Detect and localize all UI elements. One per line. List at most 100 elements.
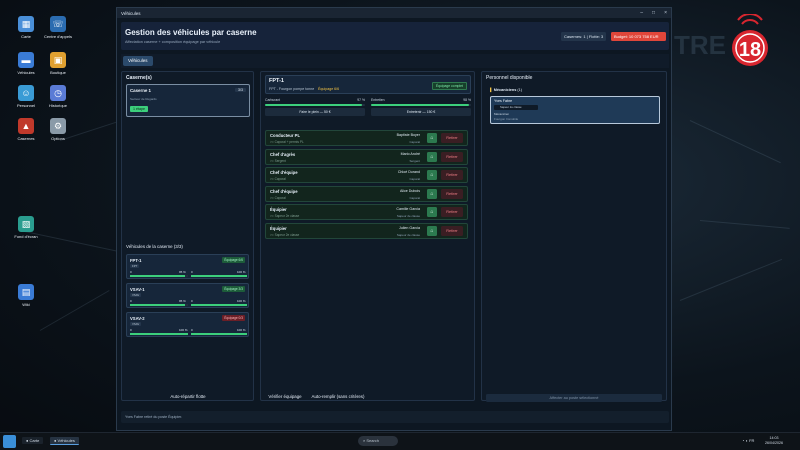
staff-name: Yves Fabre: [494, 99, 513, 103]
taskbar-app-label: Carte: [29, 438, 40, 443]
lock-icon[interactable]: ⌂: [427, 133, 437, 143]
desktop-icon[interactable]: ▲ Casernes: [10, 118, 42, 141]
caserne-card[interactable]: Caserne 1 3/3 Secteur de Regards 1 étape: [126, 84, 250, 117]
page-title: Gestion des véhicules par caserne: [125, 28, 257, 37]
vehicle-card[interactable]: VSAV-2 VSAV Équipage 0/3 0 100 % 0 100 %: [126, 312, 249, 337]
slot-requirement: >= Caporal: [270, 195, 286, 200]
desktop-icon[interactable]: ◷ Historique: [42, 85, 74, 108]
vehicle-card-wear-bar: [191, 333, 247, 335]
desktop-icon[interactable]: ☺ Personnel: [10, 85, 42, 108]
desktop-icon[interactable]: ▤ Wiki: [10, 284, 42, 307]
search-placeholder: Search: [366, 438, 380, 443]
station-icon: ▲: [18, 118, 34, 134]
staff-group-count: (1): [517, 88, 523, 92]
desktop-icon[interactable]: ▣ Boutique: [42, 52, 74, 75]
lock-icon[interactable]: ⌂: [427, 151, 437, 162]
crew-slot[interactable]: Chef d'équipe >= Caporal Alice Dubois Capor…: [265, 185, 468, 202]
crew-slot[interactable]: Équipier >= Sapeur 2e classe Camille Garci…: [265, 204, 468, 220]
auto-dispatch-button[interactable]: Auto-répartir flotte: [126, 394, 250, 399]
desktop-icon[interactable]: ⚙ Options: [42, 118, 74, 141]
maintenance-label: Entretien: [371, 98, 385, 102]
crew-slot[interactable]: Conducteur PL >= Caporal + permis PL Bapti…: [265, 130, 468, 146]
maintenance-bar: [371, 104, 471, 106]
vehicle-card-wear-percent: 100 %: [237, 299, 246, 303]
history-icon: ◷: [50, 85, 66, 101]
lock-icon[interactable]: ⌂: [427, 207, 437, 217]
slot-role: Chef d'agrès: [270, 151, 296, 157]
desktop-icon[interactable]: ▦ Carte: [10, 16, 42, 39]
caserne-level-badge: 1 étape: [130, 106, 148, 112]
vehicle-card[interactable]: FPT-1 FPT Équipage 6/6 0 95 % 0 100 %: [126, 254, 249, 279]
page-header: Gestion des véhicules par caserne Affect…: [121, 22, 669, 50]
desktop-icon[interactable]: ▬ Véhicules: [10, 52, 42, 75]
slot-requirement: >= Caporal + permis PL: [270, 140, 304, 144]
crew-slot[interactable]: Équipier >= Sapeur 2e classe Julien Garcia…: [265, 222, 468, 239]
tab-vehicules[interactable]: Véhicules: [123, 56, 153, 66]
taskbar: ● Carte ● Véhicules ⌕ Search ◔ ◖ FR 14:0…: [0, 432, 800, 450]
slot-role: Équipier: [270, 225, 287, 231]
slot-role: Chef d'équipe: [270, 188, 298, 194]
close-icon[interactable]: ×: [664, 10, 667, 16]
desktop-icon[interactable]: ☏ Centre d'appels: [42, 16, 74, 39]
fuel-percent: 97 %: [357, 98, 365, 102]
vehicle-detail-panel: FPT-1 FPT - Fourgon pompe tonne Équipage…: [260, 71, 475, 401]
clock[interactable]: 14:03 26/04/2026: [765, 436, 783, 446]
remove-button[interactable]: Retirer: [441, 188, 463, 199]
staff-group-header[interactable]: ▌ Mécaniciens (1): [490, 88, 522, 92]
maintenance-block: Entretien 98 % Entretenir — 150 €: [371, 98, 471, 118]
vehicle-card-type: VSAV: [130, 293, 142, 297]
people-icon: ☺: [18, 85, 34, 101]
auto-fill-button[interactable]: Auto-remplir (sans critères): [307, 394, 369, 399]
lock-icon[interactable]: ⌂: [427, 170, 437, 180]
svg-text:18: 18: [739, 39, 761, 61]
assign-to-slot-button[interactable]: Affecter au poste sélectionné: [486, 394, 662, 402]
vehicle-card[interactable]: VSAV-1 VSAV Équipage 3/3 0 95 % 0 100 %: [126, 283, 249, 308]
clock-date: 26/04/2026: [765, 441, 783, 445]
remove-button[interactable]: Retirer: [441, 170, 463, 180]
vehicles-list-title: Véhicules de la caserne (3/3): [126, 244, 183, 249]
window-title: Véhicules: [121, 10, 141, 16]
budget-pill: Budget: 10 073 758 EUR: [611, 32, 666, 41]
slot-person-rank: Sergent: [409, 158, 420, 163]
desktop-icon-label: Véhicules: [17, 70, 35, 75]
tray-icons[interactable]: ◔ ◖ FR: [742, 438, 754, 443]
vehicle-type: FPT - Fourgon pompe tonne: [269, 87, 315, 91]
crew-slot[interactable]: Chef d'équipe >= Caporal Chloé Durand Capor…: [265, 167, 468, 183]
slot-role: Équipier: [270, 207, 287, 212]
maintain-button[interactable]: Entretenir — 150 €: [371, 108, 471, 116]
remove-button[interactable]: Retirer: [441, 151, 463, 162]
crew-slot[interactable]: Chef d'agrès >= Sergent Mario André Sergent…: [265, 148, 468, 165]
remove-button[interactable]: Retirer: [441, 225, 463, 236]
crew-count: Équipage 6/6: [318, 87, 340, 91]
vehicle-card-fuel-value: 0: [130, 270, 132, 274]
casernes-title: Caserne(s): [126, 75, 152, 81]
vehicle-card-fuel-bar: [130, 333, 188, 335]
phone-icon: ☏: [50, 16, 66, 32]
vehicle-card-type: VSAV: [130, 322, 142, 326]
gear-icon: ⚙: [50, 118, 66, 134]
desktop-icon-label: Personnel: [16, 103, 35, 108]
slot-requirement: >= Sapeur 2e classe: [270, 232, 300, 237]
staff-card[interactable]: Yves Fabre Sapeur 2e classe Mécanicien F…: [490, 96, 660, 124]
page-subtitle: Affectation caserne + composition équipa…: [125, 40, 221, 44]
lock-icon[interactable]: ⌂: [427, 225, 437, 236]
taskbar-search[interactable]: ⌕ Search: [358, 436, 398, 446]
desktop-icon[interactable]: ▧ Fond d'écran: [10, 216, 42, 239]
verify-crew-button[interactable]: Vérifier équipage: [265, 394, 305, 399]
lock-icon[interactable]: ⌂: [427, 188, 437, 199]
window-titlebar[interactable]: Véhicules – □ ×: [117, 8, 671, 18]
vehicle-card-status: Équipage 3/3: [222, 286, 245, 292]
maximize-icon[interactable]: □: [652, 10, 655, 16]
brand-logo: TRE 18: [672, 13, 772, 74]
slot-person-rank: Sapeur 2e classe: [396, 214, 420, 218]
remove-button[interactable]: Retirer: [441, 207, 463, 217]
vehicle-card-type: FPT: [130, 264, 140, 268]
taskbar-app-vehicules[interactable]: ● Véhicules: [50, 437, 79, 445]
refuel-button[interactable]: Faire le plein — 50 €: [265, 108, 365, 116]
slot-role: Chef d'équipe: [270, 170, 298, 175]
start-button[interactable]: [3, 435, 16, 448]
desktop-icon-label: Centre d'appels: [44, 34, 72, 39]
taskbar-app-carte[interactable]: ● Carte: [22, 437, 44, 444]
remove-button[interactable]: Retirer: [441, 133, 463, 143]
minimize-icon[interactable]: –: [640, 10, 643, 16]
